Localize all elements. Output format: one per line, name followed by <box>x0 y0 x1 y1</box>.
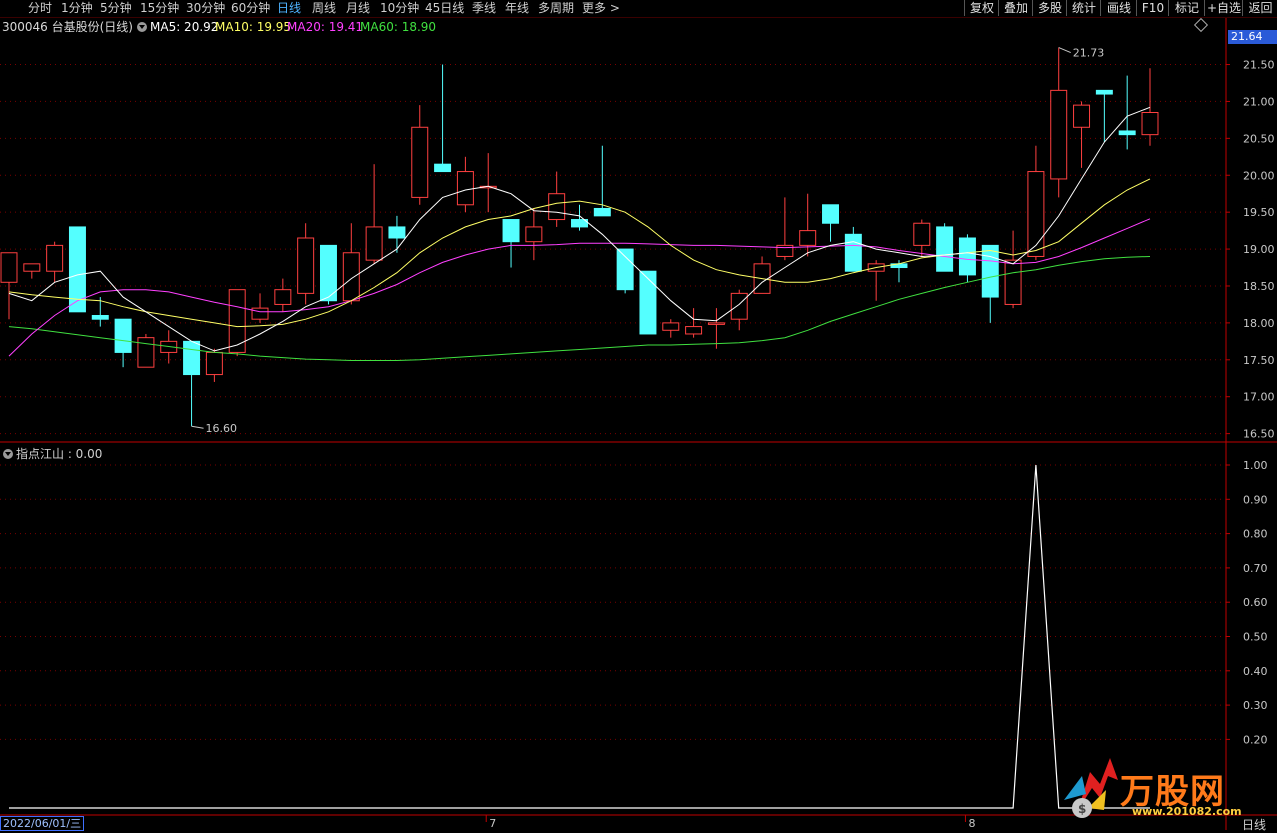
ma20-line <box>8 218 1151 357</box>
max-marker-line <box>1058 47 1071 54</box>
candle-body-5 <box>114 318 132 353</box>
candle-body-41 <box>936 226 954 272</box>
price-tick-label-7: 18.00 <box>1243 317 1275 330</box>
date-cursor-label: 2022/06/01/三 <box>0 816 85 831</box>
candle-body-37 <box>844 233 862 272</box>
candle-body-48 <box>1095 89 1113 95</box>
price-tick-label-10: 16.50 <box>1243 428 1275 441</box>
candle-body-19 <box>434 163 452 173</box>
price-tick-label-9: 17.00 <box>1243 391 1275 404</box>
candle-body-42 <box>958 237 976 276</box>
candle-body-12 <box>274 289 292 305</box>
candle-body-30 <box>685 326 703 335</box>
candle-body-13 <box>297 237 315 294</box>
candle-body-36 <box>822 204 840 224</box>
candle-body-43 <box>981 244 999 298</box>
candle-body-28 <box>639 270 657 335</box>
candle-body-6 <box>137 337 155 368</box>
candle-body-11 <box>251 307 269 320</box>
month-label-0: 7 <box>489 817 496 830</box>
price-tick-label-1: 21.00 <box>1243 95 1275 108</box>
candle-body-15 <box>342 252 360 302</box>
candle-body-22 <box>502 219 520 243</box>
ind-tick-label-0: 1.00 <box>1243 459 1268 472</box>
ind-tick-label-3: 0.70 <box>1243 562 1268 575</box>
candle-body-20 <box>456 171 474 206</box>
candle-body-24 <box>548 193 566 221</box>
month-label-1: 8 <box>968 817 975 830</box>
indicator-label: 指点江山 : 0.00 <box>16 447 103 461</box>
price-tick-label-2: 20.50 <box>1243 132 1275 145</box>
candle-body-0 <box>0 252 18 283</box>
candle-body-47 <box>1073 104 1091 128</box>
candle-body-8 <box>183 340 201 376</box>
ind-tick-label-1: 0.90 <box>1243 493 1268 506</box>
candle-body-18 <box>411 126 429 198</box>
indicator-info-bar: 指点江山 : 0.00 <box>0 446 102 462</box>
min-price-label: 16.60 <box>206 422 238 435</box>
candle-body-4 <box>91 315 109 320</box>
candle-body-35 <box>799 230 817 246</box>
min-marker-line <box>191 425 204 429</box>
candle-body-9 <box>205 351 223 376</box>
candle-body-17 <box>388 226 406 239</box>
price-tick-label-4: 19.50 <box>1243 206 1275 219</box>
candle-body-50 <box>1141 112 1159 136</box>
candle-body-16 <box>365 226 383 261</box>
candle-body-10 <box>228 289 246 353</box>
current-price-tag: 21.64 <box>1228 30 1277 44</box>
candle-body-2 <box>46 244 64 272</box>
ma10-line <box>8 178 1151 328</box>
price-tick-label-0: 21.50 <box>1243 59 1275 72</box>
ind-tick-label-8: 0.20 <box>1243 733 1268 746</box>
ma60-line <box>8 256 1151 361</box>
ind-tick-label-4: 0.60 <box>1243 596 1268 609</box>
price-tick-label-6: 18.50 <box>1243 280 1275 293</box>
price-tick-label-3: 20.00 <box>1243 169 1275 182</box>
svg-text:$: $ <box>1078 802 1086 816</box>
price-tick-label-8: 17.50 <box>1243 354 1275 367</box>
max-price-label: 21.73 <box>1073 47 1105 60</box>
candle-body-49 <box>1118 130 1136 136</box>
candle-body-1 <box>23 263 41 272</box>
kline-chart[interactable]: 21.50 21.00 20.50 20.00 19.50 19.00 18.50 18.00… <box>0 0 1277 830</box>
candle-body-29 <box>662 322 680 331</box>
candle-body-44 <box>1004 259 1022 305</box>
ind-tick-label-7: 0.30 <box>1243 699 1268 712</box>
indicator-collapse-icon[interactable] <box>0 447 16 461</box>
candle-body-32 <box>730 292 748 320</box>
ind-tick-label-5: 0.50 <box>1243 631 1268 644</box>
candle-body-45 <box>1027 171 1045 257</box>
candle-body-27 <box>616 248 634 291</box>
candle-body-31 <box>707 322 725 325</box>
candle-body-46 <box>1050 89 1068 180</box>
watermark-url: www.201082.com <box>1132 805 1242 818</box>
ind-tick-label-6: 0.40 <box>1243 665 1268 678</box>
candle-body-40 <box>913 222 931 246</box>
ind-tick-label-2: 0.80 <box>1243 528 1268 541</box>
candle-body-23 <box>525 226 543 243</box>
price-tick-label-5: 19.00 <box>1243 243 1275 256</box>
candle-body-26 <box>593 207 611 217</box>
